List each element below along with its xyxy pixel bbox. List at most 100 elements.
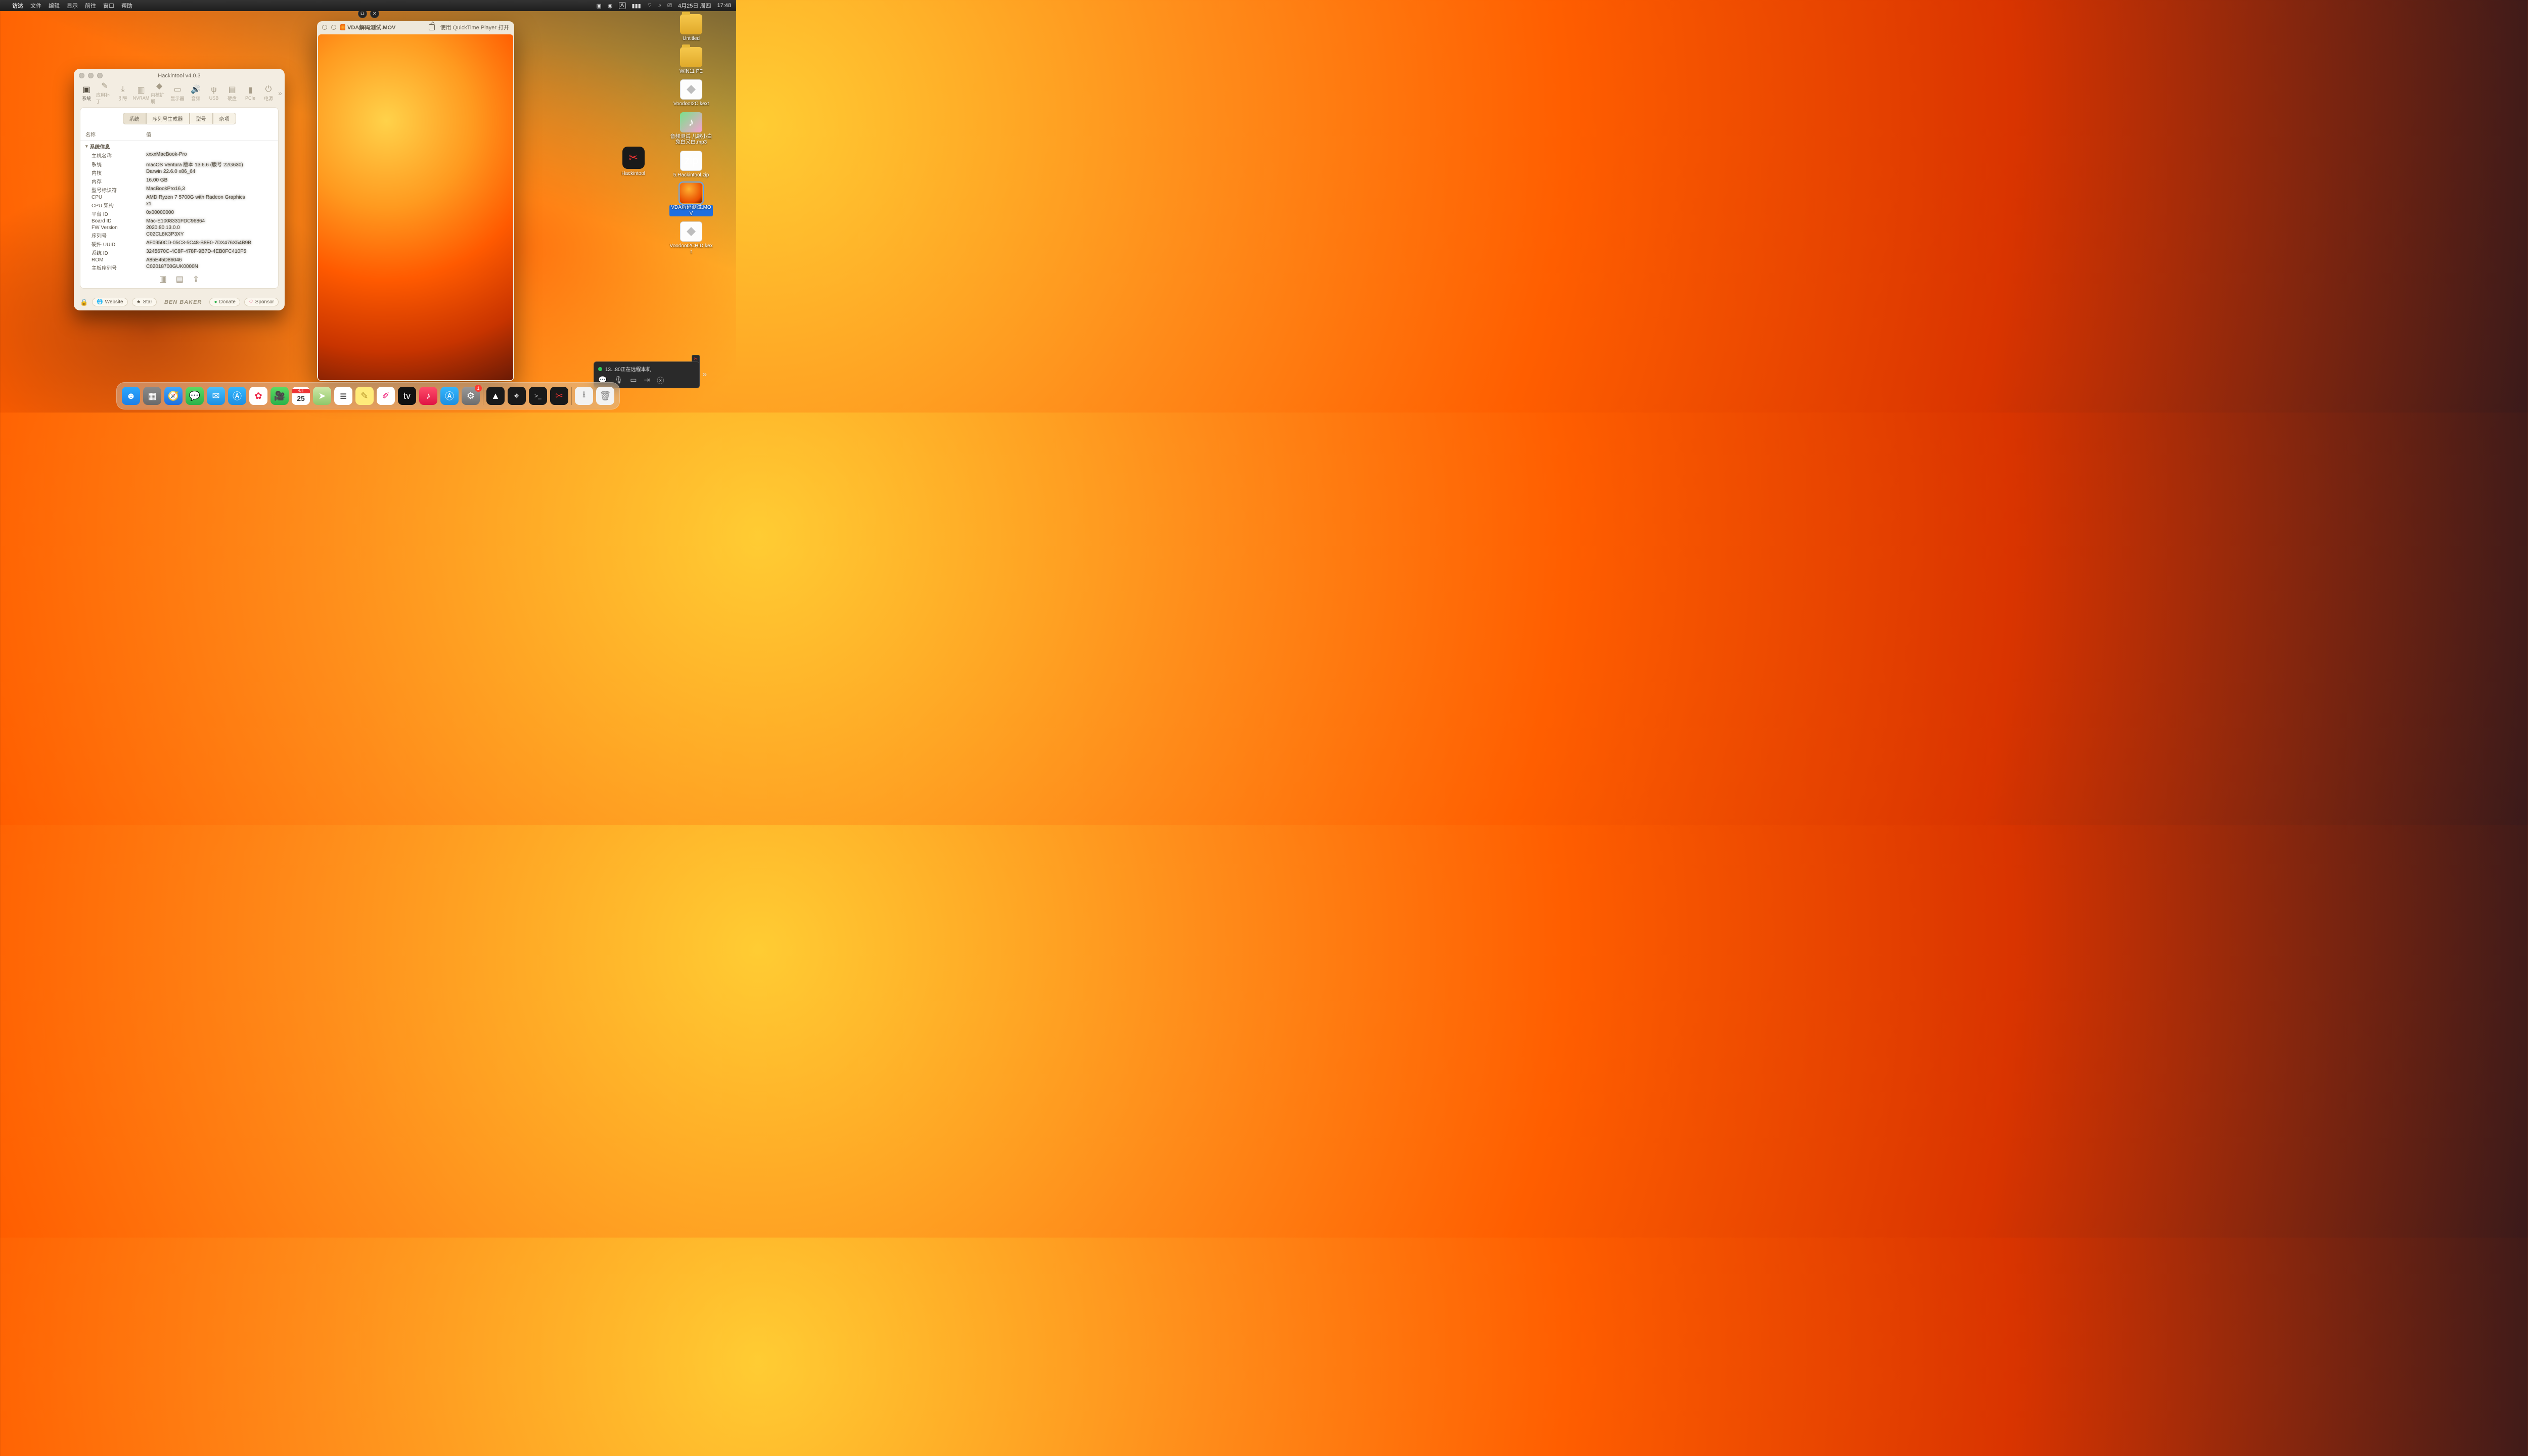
- dock-reminders[interactable]: ≣: [334, 387, 352, 405]
- dock-facetime[interactable]: 🎥: [270, 387, 289, 405]
- menubar-app-name[interactable]: 访达: [12, 2, 23, 10]
- dock-notes[interactable]: ✎: [355, 387, 374, 405]
- status-battery-icon[interactable]: ▮▮▮: [632, 3, 641, 9]
- dock-messages[interactable]: 💬: [186, 387, 204, 405]
- share-icon[interactable]: [429, 24, 435, 30]
- table-row[interactable]: 平台 ID0x00000000: [80, 209, 278, 218]
- dock-appstore[interactable]: Ⓐ: [440, 387, 459, 405]
- tab-model[interactable]: 型号: [190, 113, 213, 124]
- menubar-date[interactable]: 4月25日 周四: [678, 2, 711, 10]
- remote-expand-icon[interactable]: »: [702, 370, 707, 379]
- dock-freeform[interactable]: ✐: [377, 387, 395, 405]
- status-wifi-icon[interactable]: ⌔: [647, 2, 652, 9]
- menu-window[interactable]: 窗口: [103, 2, 114, 10]
- table-row[interactable]: ROMA85E45D86046: [80, 257, 278, 263]
- desktop-item[interactable]: VoodooI2CHID.kext: [669, 221, 713, 255]
- sponsor-button[interactable]: ♡Sponsor: [244, 298, 279, 306]
- desktop-item[interactable]: VoodooI2C.kext: [669, 79, 713, 107]
- menu-view[interactable]: 显示: [67, 2, 78, 10]
- status-record-icon[interactable]: ◉: [608, 3, 613, 9]
- table-body[interactable]: 系统信息主机名称xxxxMacBook-Pro系统macOS Ventura 版…: [80, 141, 278, 270]
- table-row[interactable]: 内核Darwin 22.6.0 x86_64: [80, 168, 278, 177]
- columns-add-icon[interactable]: ▥: [159, 274, 167, 284]
- table-row[interactable]: 序列号C02CL8K3P3XY: [80, 231, 278, 240]
- table-row[interactable]: Board IDMac-E1008331FDC96864: [80, 218, 278, 224]
- dock-music[interactable]: ♪: [419, 387, 437, 405]
- tab-misc[interactable]: 杂项: [213, 113, 236, 124]
- menu-go[interactable]: 前往: [85, 2, 96, 10]
- open-with-button[interactable]: 使用 QuickTime Player 打开: [440, 23, 509, 31]
- status-spotlight-icon[interactable]: ⌕: [658, 3, 661, 9]
- table-row[interactable]: CPUAMD Ryzen 7 5700G with Radeon Graphic…: [80, 194, 278, 201]
- toolbar-overflow-icon[interactable]: »: [278, 89, 285, 97]
- minimize-button[interactable]: [88, 73, 94, 78]
- remote-whiteboard-icon[interactable]: ▭: [630, 376, 637, 386]
- toolbar-nvram[interactable]: ▥NVRAM: [132, 85, 150, 101]
- dock-maps[interactable]: ➤: [313, 387, 331, 405]
- desktop-item[interactable]: Untitled: [669, 14, 713, 42]
- toolbar-boot[interactable]: ⤓引导: [114, 85, 131, 102]
- dock-finder[interactable]: ☻: [122, 387, 140, 405]
- dock-launchpad[interactable]: ▦: [143, 387, 161, 405]
- table-row[interactable]: 系统macOS Ventura 版本 13.6.6 (版号 22G630): [80, 160, 278, 168]
- dock-settings[interactable]: ⚙1: [462, 387, 480, 405]
- desktop-item[interactable]: ♪音频测试 儿歌小白兔白又白.mp3: [669, 112, 713, 146]
- remote-close-icon[interactable]: ⓧ: [657, 376, 664, 386]
- status-input-source[interactable]: A: [619, 2, 626, 9]
- dock-appstore-alt[interactable]: Ⓐ: [228, 387, 246, 405]
- remote-file-icon[interactable]: ⇥: [644, 376, 650, 386]
- table-row[interactable]: CPU 架构x1: [80, 201, 278, 209]
- menubar-time[interactable]: 17:48: [717, 3, 731, 9]
- dock-running-app2[interactable]: ⌖: [508, 387, 526, 405]
- quicklook-content[interactable]: [318, 34, 513, 380]
- dock-calendar[interactable]: 4月25: [292, 387, 310, 405]
- dock-downloads[interactable]: ⭳: [575, 387, 593, 405]
- status-screenmirror-icon[interactable]: ▣: [597, 3, 602, 9]
- desktop-item[interactable]: zip5.Hackintool.zip: [669, 151, 713, 178]
- table-row[interactable]: 型号标识符MacBookPro16,3: [80, 186, 278, 194]
- table-row[interactable]: FW Version2020.80.13.0.0: [80, 224, 278, 231]
- quicklook-fullscreen-button[interactable]: [331, 25, 336, 30]
- dock-photos[interactable]: ✿: [249, 387, 267, 405]
- table-row[interactable]: 硬件 UUIDAF0950CD-05C3-5C48-B8E0-7DX476X54…: [80, 240, 278, 248]
- export-icon[interactable]: ⇪: [193, 274, 199, 284]
- toolbar-pcie[interactable]: ▮PCIe: [242, 85, 259, 101]
- tab-serialgen[interactable]: 序列号生成器: [146, 113, 190, 124]
- dock-mail[interactable]: ✉: [207, 387, 225, 405]
- status-control-center-icon[interactable]: ⎚: [667, 3, 672, 9]
- table-row[interactable]: 主机名称xxxxMacBook-Pro: [80, 151, 278, 160]
- quicklook-close-button[interactable]: [322, 25, 327, 30]
- desktop-item[interactable]: VDA解码测试.MOV: [669, 183, 713, 216]
- table-group[interactable]: 系统信息: [80, 142, 278, 151]
- close-button[interactable]: [79, 73, 84, 78]
- toolbar-audio[interactable]: 🔊音频: [187, 85, 204, 102]
- dock-safari[interactable]: 🧭: [164, 387, 183, 405]
- columns-remove-icon[interactable]: ▤: [176, 274, 184, 284]
- toolbar-kexts[interactable]: ◆内核扩展: [151, 81, 168, 105]
- table-row[interactable]: 内存16.00 GB: [80, 177, 278, 186]
- menu-edit[interactable]: 编辑: [49, 2, 60, 10]
- desktop-item[interactable]: WIN11 PE: [669, 47, 713, 75]
- toolbar-display[interactable]: ▭显示器: [169, 85, 186, 102]
- dock-running-app1[interactable]: ▲: [486, 387, 505, 405]
- menu-help[interactable]: 帮助: [121, 2, 132, 10]
- dock-terminal[interactable]: >_: [529, 387, 547, 405]
- toolbar-power[interactable]: ⏻电源: [260, 85, 277, 102]
- desktop-app-hackintool[interactable]: ✂ Hackintool: [621, 147, 645, 177]
- zoom-button[interactable]: [97, 73, 103, 78]
- tab-system[interactable]: 系统: [123, 113, 146, 124]
- dock-hackintool[interactable]: ✂: [550, 387, 568, 405]
- toolbar-disk[interactable]: ▤硬盘: [223, 85, 241, 102]
- donate-button[interactable]: ●Donate: [209, 298, 240, 306]
- toolbar-patch[interactable]: ✎应用补丁: [96, 81, 113, 105]
- table-row[interactable]: 系统 ID3245670C-4C8F-478F-9B7D-4EB0FC410F5: [80, 248, 278, 257]
- table-row[interactable]: 主板序列号C02018700GUK0000N: [80, 263, 278, 270]
- website-button[interactable]: 🌐Website: [92, 298, 127, 306]
- dock-tv[interactable]: tv: [398, 387, 416, 405]
- dock-trash[interactable]: 🗑: [596, 387, 614, 405]
- lock-icon[interactable]: 🔒: [80, 298, 88, 306]
- toolbar-usb[interactable]: ψUSB: [205, 85, 222, 101]
- star-button[interactable]: ★Star: [132, 298, 157, 306]
- toolbar-system[interactable]: ▣系统: [78, 85, 95, 102]
- menu-file[interactable]: 文件: [30, 2, 41, 10]
